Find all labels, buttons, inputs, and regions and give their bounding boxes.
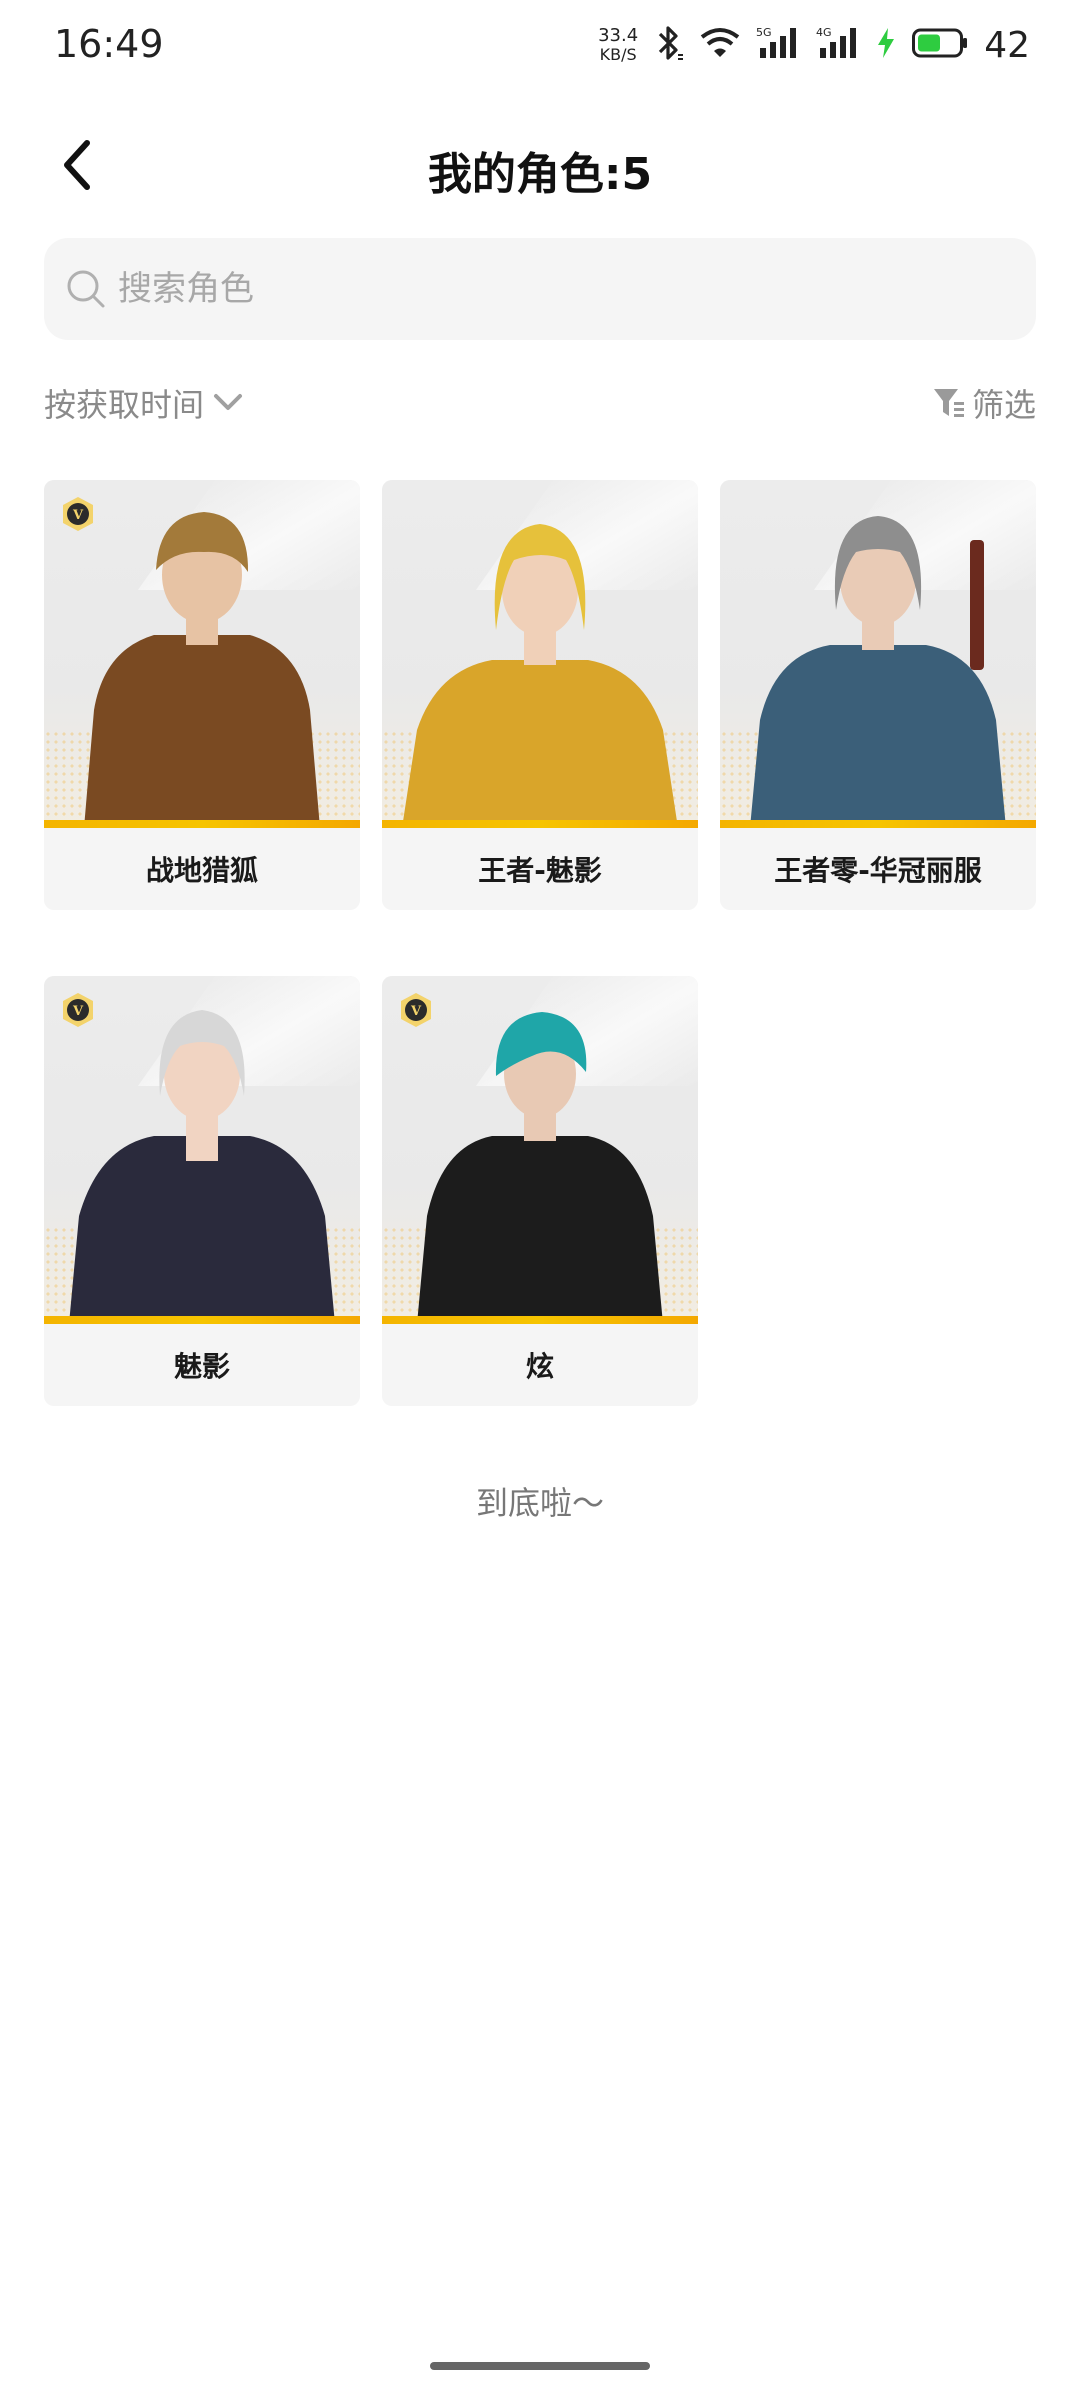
page-title: 我的角色:5: [427, 149, 653, 200]
filter-icon: [933, 389, 964, 417]
character-name: 王者-魅影: [478, 854, 602, 887]
character-card[interactable]: 王者零-华冠丽服: [720, 480, 1036, 910]
vip-badge-icon: V: [401, 993, 431, 1027]
character-figure: [69, 1010, 335, 1324]
status-icons: 33.4 KB/S 5G 4G 42: [598, 20, 1030, 70]
end-of-list-text: 到底啦～: [475, 1484, 604, 1522]
character-name: 魅影: [173, 1350, 230, 1383]
search-bar[interactable]: [44, 238, 1036, 340]
wifi-icon: [700, 27, 740, 63]
svg-text:V: V: [72, 1004, 84, 1019]
character-image: [382, 480, 698, 828]
network-speed: 33.4 KB/S: [598, 27, 638, 63]
card-accent-bar: [382, 820, 698, 828]
vip-badge-icon: V: [63, 497, 93, 531]
network-speed-value: 33.4: [598, 25, 639, 46]
svg-text:V: V: [72, 508, 84, 523]
card-accent-bar: [720, 820, 1036, 828]
svg-text:V: V: [410, 1004, 422, 1019]
search-icon: [67, 270, 105, 308]
status-bar: 16:49 33.4 KB/S 5G 4G 42: [0, 0, 1080, 92]
character-name: 炫: [525, 1350, 554, 1383]
status-time: 16:49: [54, 22, 164, 66]
character-image: [44, 976, 360, 1324]
card-accent-bar: [382, 1316, 698, 1324]
character-name: 王者零-华冠丽服: [774, 854, 982, 887]
vip-badge-icon: V: [63, 993, 93, 1027]
character-card[interactable]: V 魅影: [44, 976, 360, 1406]
search-input[interactable]: [118, 269, 998, 309]
home-indicator[interactable]: [430, 2362, 650, 2370]
character-figure: [402, 524, 678, 828]
filter-button[interactable]: 筛选: [932, 380, 1036, 426]
sort-label: 按获取时间: [44, 386, 205, 424]
signal-5g-label: 5G: [756, 26, 772, 39]
character-grid: V 战地猎狐 王者-魅影 王者零-华冠丽服 V 魅影 V 炫: [44, 480, 1036, 1406]
card-accent-bar: [44, 820, 360, 828]
sort-filter-row: 按获取时间 筛选: [44, 380, 1036, 436]
signal-4g-icon: 4G: [816, 26, 860, 64]
battery-level: 42: [984, 24, 1030, 66]
network-speed-unit: KB/S: [599, 45, 637, 64]
battery-icon: [912, 28, 968, 62]
character-image: [382, 976, 698, 1324]
signal-5g-icon: 5G: [756, 26, 800, 64]
signal-4g-label: 4G: [816, 26, 832, 39]
chevron-down-icon: [214, 394, 243, 410]
bluetooth-icon: [654, 24, 684, 66]
character-name: 战地猎狐: [145, 854, 258, 887]
header: 我的角色:5: [0, 120, 1080, 212]
character-card[interactable]: V 战地猎狐: [44, 480, 360, 910]
sort-dropdown[interactable]: 按获取时间: [44, 380, 244, 426]
character-figure: [417, 1012, 663, 1324]
character-card[interactable]: 王者-魅影: [382, 480, 698, 910]
filter-label: 筛选: [971, 386, 1036, 424]
character-image: [44, 480, 360, 828]
charging-icon: [876, 28, 896, 62]
card-accent-bar: [44, 1316, 360, 1324]
character-image: [720, 480, 1036, 828]
character-figure: [84, 512, 320, 828]
character-figure: [750, 516, 1006, 828]
character-card[interactable]: V 炫: [382, 976, 698, 1406]
